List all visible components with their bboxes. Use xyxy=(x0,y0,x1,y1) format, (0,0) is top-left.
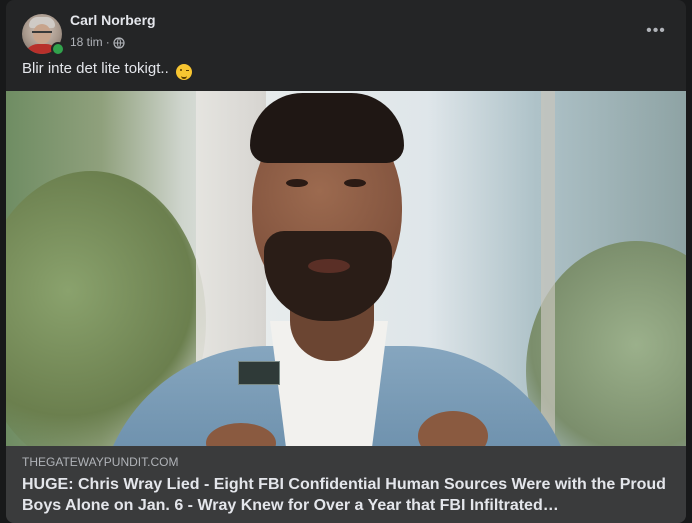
post-meta: 18 tim · xyxy=(70,34,125,49)
link-preview-info[interactable]: THEGATEWAYPUNDIT.COM HUGE: Chris Wray Li… xyxy=(6,446,686,523)
link-title[interactable]: HUGE: Chris Wray Lied - Eight FBI Confid… xyxy=(22,474,670,516)
avatar[interactable] xyxy=(22,14,65,56)
more-icon: ••• xyxy=(646,22,666,39)
link-preview-image[interactable] xyxy=(6,91,686,446)
online-status-dot xyxy=(51,42,65,56)
globe-icon[interactable] xyxy=(113,37,125,49)
post-card: Carl Norberg 18 tim · ••• Blir inte det … xyxy=(6,0,686,523)
speaker-photo xyxy=(6,91,686,446)
author-name[interactable]: Carl Norberg xyxy=(70,12,156,28)
post-timestamp[interactable]: 18 tim xyxy=(70,35,103,49)
link-domain: THEGATEWAYPUNDIT.COM xyxy=(22,455,179,469)
post-body: Blir inte det lite tokigt.. xyxy=(22,60,169,77)
post-text: Blir inte det lite tokigt.. xyxy=(22,60,192,80)
winking-face-emoji-icon xyxy=(175,63,192,80)
meta-separator: · xyxy=(105,34,110,49)
more-options-button[interactable]: ••• xyxy=(642,17,670,45)
